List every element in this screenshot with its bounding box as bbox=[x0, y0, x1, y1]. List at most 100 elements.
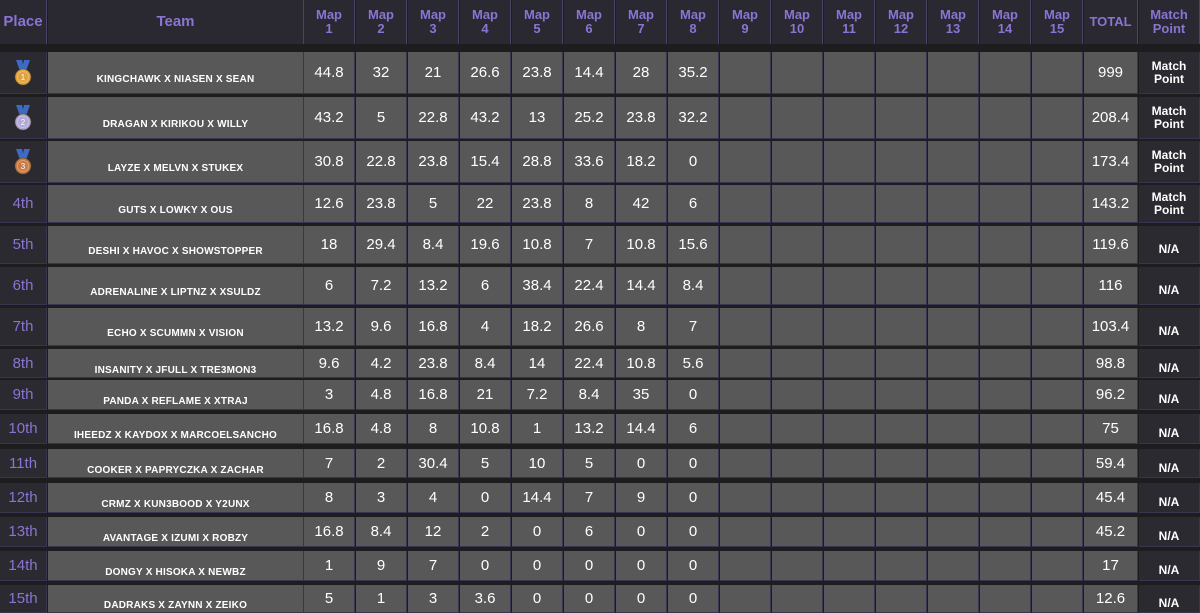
map-score bbox=[1032, 52, 1083, 94]
place-cell: 9th bbox=[0, 380, 47, 410]
map-score: 5 bbox=[564, 449, 615, 478]
total-score: 96.2 bbox=[1084, 380, 1138, 410]
map-score: 3 bbox=[304, 380, 355, 410]
map-score: 13.2 bbox=[408, 267, 459, 305]
map-score bbox=[980, 483, 1031, 513]
map-score bbox=[720, 585, 771, 613]
match-point-label: N/A bbox=[1158, 283, 1180, 297]
map-score: 0 bbox=[668, 449, 719, 478]
match-point-status: N/A bbox=[1139, 380, 1200, 410]
team-name: ADRENALINE X LIPTNZ X XSULDZ bbox=[48, 267, 304, 305]
map-score bbox=[1032, 551, 1083, 581]
map-score bbox=[928, 226, 979, 264]
map-score bbox=[1032, 308, 1083, 346]
map-score bbox=[824, 226, 875, 264]
match-point-status: N/A bbox=[1139, 308, 1200, 346]
match-point-label: N/A bbox=[1158, 360, 1180, 375]
svg-text:3: 3 bbox=[21, 162, 26, 171]
map-score bbox=[720, 551, 771, 581]
team-name: CRMZ X KUN3BOOD X Y2UNX bbox=[48, 483, 304, 513]
header-map-label: Map bbox=[836, 7, 862, 22]
header-map-label: 8 bbox=[689, 21, 697, 36]
header-map-label: 5 bbox=[533, 21, 541, 36]
map-score: 0 bbox=[564, 551, 615, 581]
map-score: 22 bbox=[460, 185, 511, 223]
map-score: 3 bbox=[408, 585, 459, 613]
team-name: ECHO X SCUMMN X VISION bbox=[48, 308, 304, 346]
map-score bbox=[772, 52, 823, 94]
map-score: 8.4 bbox=[408, 226, 459, 264]
map-score: 43.2 bbox=[304, 97, 355, 139]
header-map-14: Map 14 bbox=[980, 0, 1031, 44]
map-score: 12.6 bbox=[304, 185, 355, 223]
map-score bbox=[1032, 585, 1083, 613]
team-name: IHEEDZ X KAYDOX X MARCOELSANCHO bbox=[48, 414, 304, 444]
map-score: 22.8 bbox=[356, 141, 407, 183]
map-score: 0 bbox=[616, 449, 667, 478]
match-point-status: N/A bbox=[1139, 349, 1200, 378]
total-score: 103.4 bbox=[1084, 308, 1138, 346]
map-score: 28 bbox=[616, 52, 667, 94]
place-cell: 11th bbox=[0, 449, 47, 478]
bronze-medal-icon: 3 bbox=[14, 148, 32, 174]
header-map-13: Map 13 bbox=[928, 0, 979, 44]
map-score: 10.8 bbox=[616, 349, 667, 378]
map-score: 30.8 bbox=[304, 141, 355, 183]
map-score: 0 bbox=[668, 483, 719, 513]
map-score: 29.4 bbox=[356, 226, 407, 264]
header-map-label: 3 bbox=[429, 21, 437, 36]
map-score bbox=[772, 308, 823, 346]
match-point-status: Match Point bbox=[1139, 141, 1200, 183]
map-score: 7.2 bbox=[356, 267, 407, 305]
map-score: 0 bbox=[512, 585, 563, 613]
map-score: 14.4 bbox=[616, 414, 667, 444]
team-name: KINGCHAWK X NIASEN X SEAN bbox=[48, 52, 304, 94]
map-score: 0 bbox=[668, 517, 719, 547]
table-row: 5th DESHI X HAVOC X SHOWSTOPPER 18 29.4 8.4 1… bbox=[0, 226, 1200, 264]
map-score bbox=[928, 449, 979, 478]
map-score bbox=[772, 517, 823, 547]
map-score: 6 bbox=[460, 267, 511, 305]
table-row: 10th IHEEDZ X KAYDOX X MARCOELSANCHO 16.8 4… bbox=[0, 414, 1200, 444]
match-point-label: Point bbox=[1154, 160, 1184, 175]
map-score: 23.8 bbox=[512, 185, 563, 223]
map-score bbox=[876, 414, 927, 444]
match-point-status: N/A bbox=[1139, 551, 1200, 581]
match-point-label: Match bbox=[1151, 58, 1187, 73]
header-map-8: Map 8 bbox=[668, 0, 719, 44]
map-score bbox=[876, 483, 927, 513]
map-score bbox=[980, 308, 1031, 346]
map-score bbox=[824, 308, 875, 346]
map-score: 2 bbox=[356, 449, 407, 478]
map-score: 4.8 bbox=[356, 414, 407, 444]
map-score: 35 bbox=[616, 380, 667, 410]
total-score: 59.4 bbox=[1084, 449, 1138, 478]
medal: 1 bbox=[0, 52, 46, 93]
map-score: 15.6 bbox=[668, 226, 719, 264]
map-score: 26.6 bbox=[460, 52, 511, 94]
map-score: 33.6 bbox=[564, 141, 615, 183]
map-score: 0 bbox=[668, 585, 719, 613]
map-score: 0 bbox=[668, 551, 719, 581]
total-score: 143.2 bbox=[1084, 185, 1138, 223]
map-score: 0 bbox=[616, 517, 667, 547]
map-score bbox=[720, 414, 771, 444]
map-score bbox=[772, 380, 823, 410]
map-score bbox=[720, 308, 771, 346]
place-cell: 8th bbox=[0, 349, 47, 378]
header-map-label: 11 bbox=[842, 21, 856, 36]
header-map-label: Map bbox=[576, 7, 602, 22]
header-map-5: Map 5 bbox=[512, 0, 563, 44]
map-score: 23.8 bbox=[408, 141, 459, 183]
table-row: 1 KINGCHAWK X NIASEN X SEAN 44.8 32 21 26.6 23… bbox=[0, 52, 1200, 94]
map-score bbox=[824, 449, 875, 478]
map-score: 5 bbox=[408, 185, 459, 223]
match-point-label: N/A bbox=[1158, 426, 1180, 440]
map-score: 0 bbox=[616, 585, 667, 613]
map-score: 14.4 bbox=[564, 52, 615, 94]
map-score bbox=[824, 551, 875, 581]
map-score bbox=[824, 585, 875, 613]
place-cell: 3 bbox=[0, 141, 47, 183]
map-score bbox=[772, 97, 823, 139]
header-map-label: 4 bbox=[481, 21, 489, 36]
